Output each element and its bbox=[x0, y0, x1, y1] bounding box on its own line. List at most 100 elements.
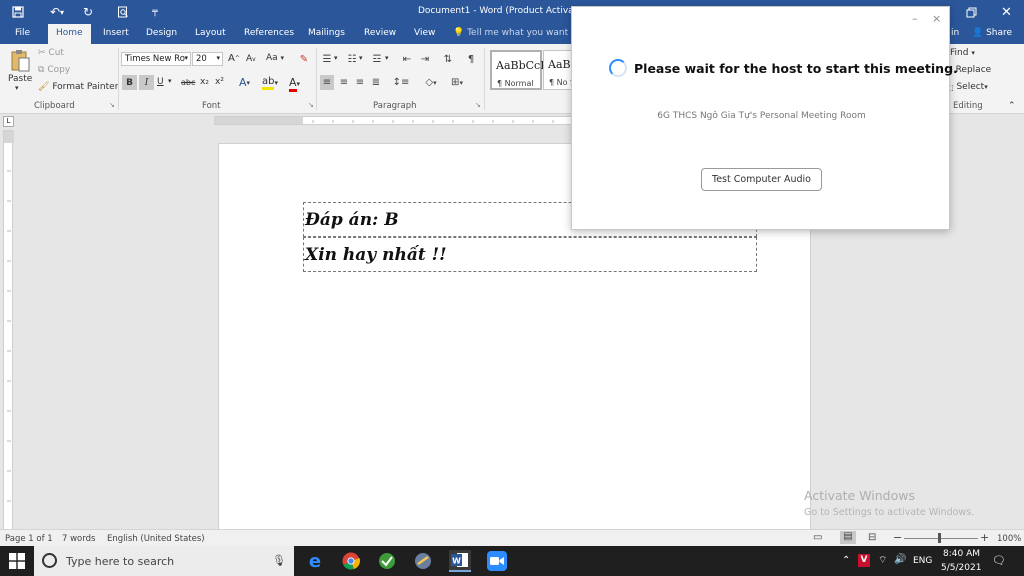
chrome-icon[interactable] bbox=[341, 551, 361, 571]
tab-layout[interactable]: Layout bbox=[187, 24, 234, 44]
zoom-in-icon[interactable]: + bbox=[980, 531, 989, 544]
copy-button[interactable]: ⧉ Copy bbox=[38, 65, 70, 75]
page-count[interactable]: Page 1 of 1 bbox=[5, 534, 53, 544]
underline-dropdown-icon[interactable]: ▾ bbox=[168, 77, 172, 85]
save-icon[interactable] bbox=[8, 3, 28, 21]
customize-qat-icon[interactable]: ╤ bbox=[148, 3, 162, 21]
close-icon[interactable]: ✕ bbox=[1001, 3, 1012, 21]
strikethrough-button[interactable]: abc bbox=[181, 78, 195, 87]
font-size-box[interactable]: 20 ▾ bbox=[192, 52, 223, 66]
paragraph-launcher-icon[interactable]: ↘ bbox=[475, 101, 481, 109]
tab-selector-icon[interactable]: L bbox=[3, 116, 14, 127]
chevron-down-icon[interactable]: ▾ bbox=[334, 54, 338, 62]
collapse-ribbon-icon[interactable]: ⌃ bbox=[1008, 101, 1016, 111]
clear-formatting-icon[interactable]: ✎ bbox=[298, 52, 310, 66]
align-right-icon[interactable]: ≡ bbox=[353, 75, 367, 90]
shading-icon[interactable]: ◇ ▾ bbox=[423, 75, 439, 90]
highlight-icon[interactable]: ab ▾ bbox=[262, 76, 278, 90]
zoom-out-icon[interactable]: − bbox=[893, 531, 902, 544]
style-no-spacing[interactable]: AaBb ¶ No S bbox=[543, 50, 571, 90]
tab-references[interactable]: References bbox=[236, 24, 302, 44]
align-center-icon[interactable]: ≡ bbox=[337, 75, 351, 90]
clipboard-launcher-icon[interactable]: ↘ bbox=[109, 101, 115, 109]
shrink-font-button[interactable]: Av bbox=[246, 54, 256, 64]
tab-insert[interactable]: Insert bbox=[95, 24, 137, 44]
zoom-slider-thumb[interactable] bbox=[938, 533, 941, 543]
print-layout-icon[interactable]: ▤ bbox=[840, 531, 856, 544]
paste-button[interactable]: Paste bbox=[8, 74, 32, 84]
align-left-icon[interactable]: ≡ bbox=[320, 75, 334, 90]
windows-start-icon[interactable] bbox=[7, 551, 27, 571]
line-spacing-icon[interactable]: ↕≡ bbox=[393, 75, 410, 90]
text-effects-icon[interactable]: A ▾ bbox=[239, 76, 250, 89]
format-painter-button[interactable]: 🖌 Format Painter bbox=[38, 82, 118, 92]
undo-icon[interactable]: ↶ ▾ bbox=[44, 3, 70, 21]
show-formatting-icon[interactable]: ¶ bbox=[464, 52, 478, 66]
print-preview-icon[interactable] bbox=[114, 3, 132, 21]
web-layout-icon[interactable]: ⊟ bbox=[868, 532, 876, 543]
close-icon[interactable]: × bbox=[932, 12, 941, 25]
horizontal-ruler[interactable] bbox=[214, 116, 574, 125]
microphone-icon[interactable]: 🎙 bbox=[272, 554, 286, 567]
tab-home[interactable]: Home bbox=[48, 24, 91, 44]
tab-view[interactable]: View bbox=[406, 24, 443, 44]
font-color-icon[interactable]: A ▾ bbox=[289, 76, 300, 92]
grow-font-button[interactable]: A ^ bbox=[228, 53, 240, 64]
tell-me-box[interactable]: 💡 Tell me what you want to bbox=[453, 28, 580, 38]
app-icon[interactable] bbox=[413, 551, 433, 571]
underline-button[interactable]: U bbox=[157, 77, 164, 87]
style-normal[interactable]: AaBbCcI ¶ Normal bbox=[490, 50, 545, 90]
paste-dropdown-icon[interactable]: ▾ bbox=[15, 84, 19, 92]
decrease-indent-icon[interactable]: ⇤ bbox=[400, 52, 414, 66]
taskbar-search-box[interactable]: Type here to search 🎙 bbox=[34, 546, 294, 576]
justify-icon[interactable]: ≣ bbox=[369, 75, 383, 90]
input-language[interactable]: ENG bbox=[913, 556, 932, 566]
numbering-icon[interactable]: ☷ bbox=[345, 52, 359, 66]
edge-icon[interactable]: e bbox=[305, 551, 325, 572]
increase-indent-icon[interactable]: ⇥ bbox=[418, 52, 432, 66]
select-button[interactable]: ⬚ Select▾ bbox=[946, 82, 988, 92]
volume-icon[interactable]: 🔊 bbox=[894, 554, 906, 565]
share-button[interactable]: 👤 Share bbox=[972, 28, 1012, 38]
zoom-taskbar-icon[interactable] bbox=[487, 551, 507, 571]
minimize-icon[interactable]: – bbox=[912, 12, 918, 25]
notifications-icon[interactable]: 🗨 bbox=[992, 554, 1006, 567]
superscript-button[interactable]: x² bbox=[215, 77, 224, 87]
change-case-button[interactable]: Aa ▾ bbox=[266, 53, 284, 63]
sign-in-link[interactable]: in bbox=[951, 28, 959, 38]
font-launcher-icon[interactable]: ↘ bbox=[308, 101, 314, 109]
wifi-icon[interactable]: ⌔ bbox=[878, 554, 887, 567]
app-icon[interactable] bbox=[377, 551, 397, 571]
word-taskbar-icon[interactable]: W bbox=[449, 550, 471, 572]
word-count[interactable]: 7 words bbox=[62, 534, 95, 544]
tab-design[interactable]: Design bbox=[138, 24, 185, 44]
clock-time[interactable]: 8:40 AM bbox=[943, 549, 980, 559]
paste-icon[interactable] bbox=[9, 48, 31, 74]
chevron-down-icon[interactable]: ▾ bbox=[385, 54, 389, 62]
zoom-level[interactable]: 100% bbox=[997, 534, 1021, 544]
find-button[interactable]: Find ▾ bbox=[950, 48, 975, 58]
tab-file[interactable]: File bbox=[7, 24, 38, 44]
tab-mailings[interactable]: Mailings bbox=[300, 24, 353, 44]
antivirus-icon[interactable]: V bbox=[858, 554, 870, 567]
clock-date[interactable]: 5/5/2021 bbox=[941, 563, 981, 573]
read-mode-icon[interactable]: ▭ bbox=[813, 532, 822, 543]
bold-button[interactable]: B bbox=[122, 75, 137, 90]
vertical-ruler[interactable] bbox=[3, 130, 14, 530]
subscript-button[interactable]: x₂ bbox=[200, 77, 209, 87]
chevron-down-icon[interactable]: ▾ bbox=[359, 54, 363, 62]
message-textbox[interactable]: Xin hay nhất !! bbox=[303, 237, 757, 272]
tab-review[interactable]: Review bbox=[356, 24, 404, 44]
restore-icon[interactable] bbox=[966, 3, 977, 21]
sort-icon[interactable]: ⇅ bbox=[441, 52, 455, 66]
language-status[interactable]: English (United States) bbox=[107, 534, 205, 544]
bullets-icon[interactable]: ☰ bbox=[320, 52, 334, 66]
font-name-box[interactable]: Times New Ro ▾ bbox=[121, 52, 191, 66]
zoom-slider[interactable] bbox=[904, 538, 978, 539]
test-computer-audio-button[interactable]: Test Computer Audio bbox=[701, 168, 822, 191]
borders-icon[interactable]: ⊞ ▾ bbox=[448, 75, 466, 90]
italic-button[interactable]: I bbox=[139, 75, 154, 90]
redo-icon[interactable]: ↻ bbox=[80, 3, 96, 21]
cut-button[interactable]: ✂ Cut bbox=[38, 48, 64, 58]
show-hidden-icons[interactable]: ⌃ bbox=[842, 555, 850, 566]
